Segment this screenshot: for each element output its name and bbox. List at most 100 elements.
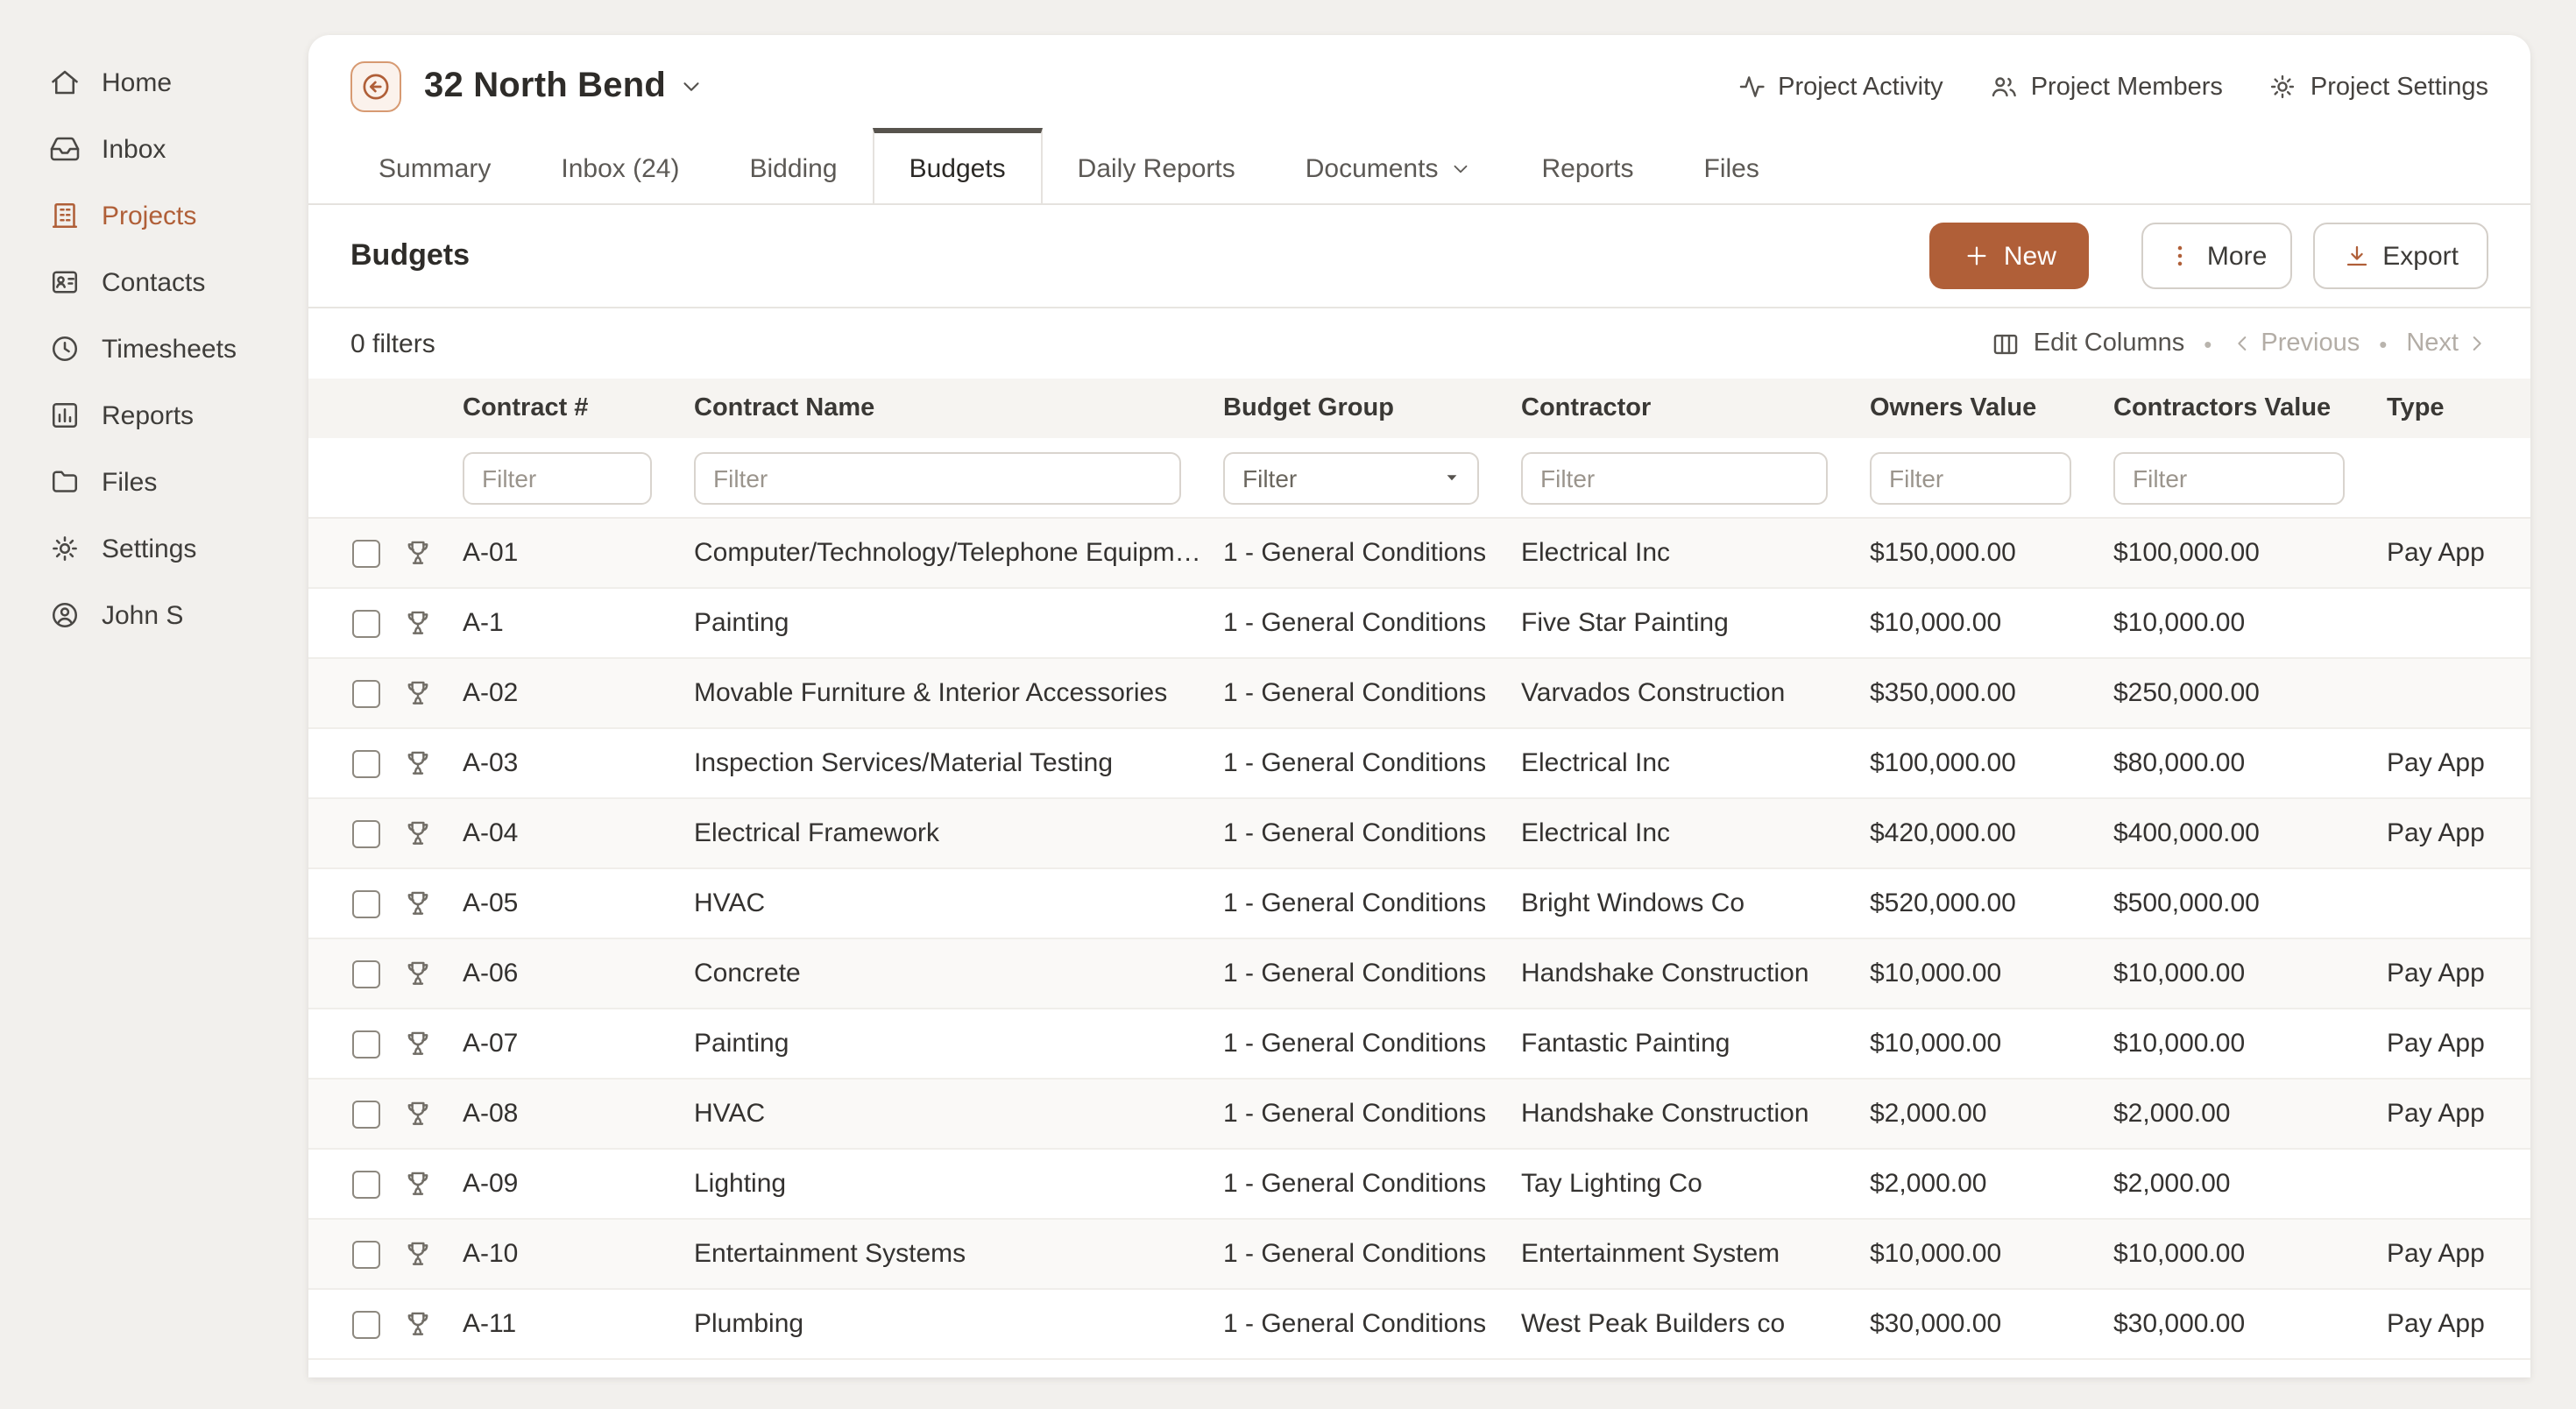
sidebar-item-inbox[interactable]: Inbox bbox=[0, 116, 308, 182]
filters-count: 0 filters bbox=[350, 329, 435, 358]
table-row[interactable]: A-07 Painting 1 - General Conditions Fan… bbox=[308, 1009, 2530, 1080]
cell-contractors-value: $80,000.00 bbox=[2099, 748, 2373, 778]
column-header-budget-group[interactable]: Budget Group bbox=[1209, 394, 1507, 422]
table-row[interactable]: A-11 Plumbing 1 - General Conditions Wes… bbox=[308, 1290, 2530, 1360]
cell-owners-value: $520,000.00 bbox=[1856, 889, 2099, 918]
sidebar-item-files[interactable]: Files bbox=[0, 449, 308, 515]
row-checkbox[interactable] bbox=[352, 819, 380, 847]
cell-type: Pay App bbox=[2373, 1239, 2530, 1269]
column-header-owners-value[interactable]: Owners Value bbox=[1856, 394, 2099, 422]
row-checkbox[interactable] bbox=[352, 1310, 380, 1338]
new-button[interactable]: New bbox=[1930, 223, 2090, 289]
cell-owners-value: $420,000.00 bbox=[1856, 818, 2099, 848]
sidebar-item-settings[interactable]: Settings bbox=[0, 515, 308, 582]
cell-contractors-value: $250,000.00 bbox=[2099, 678, 2373, 708]
tab-bidding[interactable]: Bidding bbox=[714, 128, 872, 203]
sidebar-item-timesheets[interactable]: Timesheets bbox=[0, 315, 308, 382]
cell-contract-name: Painting bbox=[680, 1029, 1209, 1059]
cell-contractors-value: $500,000.00 bbox=[2099, 889, 2373, 918]
table-row[interactable]: A-03 Inspection Services/Material Testin… bbox=[308, 729, 2530, 799]
row-checkbox[interactable] bbox=[352, 679, 380, 707]
row-checkbox[interactable] bbox=[352, 539, 380, 567]
contractor-filter-input[interactable] bbox=[1521, 451, 1828, 504]
cell-budget-group: 1 - General Conditions bbox=[1209, 608, 1507, 638]
table-row[interactable]: A-04 Electrical Framework 1 - General Co… bbox=[308, 799, 2530, 869]
cell-budget-group: 1 - General Conditions bbox=[1209, 959, 1507, 988]
row-checkbox[interactable] bbox=[352, 959, 380, 988]
owners-value-filter-input[interactable] bbox=[1870, 451, 2071, 504]
row-checkbox[interactable] bbox=[352, 749, 380, 777]
tab-reports[interactable]: Reports bbox=[1506, 128, 1668, 203]
cell-owners-value: $350,000.00 bbox=[1856, 678, 2099, 708]
activity-icon bbox=[1736, 72, 1766, 102]
tab-daily-reports[interactable]: Daily Reports bbox=[1043, 128, 1270, 203]
tab-summary[interactable]: Summary bbox=[343, 128, 526, 203]
cell-contract-name: Entertainment Systems bbox=[680, 1239, 1209, 1269]
sidebar-item-label: Contacts bbox=[102, 267, 205, 297]
project-activity-button[interactable]: Project Activity bbox=[1736, 72, 1943, 102]
table-row[interactable]: A-01 Computer/Technology/Telephone Equip… bbox=[308, 519, 2530, 589]
trophy-icon bbox=[403, 1029, 433, 1059]
cell-owners-value: $30,000.00 bbox=[1856, 1309, 2099, 1339]
next-page-button[interactable]: Next bbox=[2406, 329, 2488, 358]
toolbar-buttons: New More Export bbox=[1930, 223, 2488, 289]
cell-budget-group: 1 - General Conditions bbox=[1209, 678, 1507, 708]
trophy-icon bbox=[403, 608, 433, 638]
cell-contractors-value: $10,000.00 bbox=[2099, 608, 2373, 638]
contractors-value-filter-input[interactable] bbox=[2113, 451, 2345, 504]
tab-files[interactable]: Files bbox=[1669, 128, 1794, 203]
sidebar-item-user[interactable]: John S bbox=[0, 582, 308, 648]
sidebar-item-projects[interactable]: Projects bbox=[0, 182, 308, 249]
tab-budgets[interactable]: Budgets bbox=[873, 128, 1043, 203]
row-checkbox[interactable] bbox=[352, 609, 380, 637]
cell-contractors-value: $30,000.00 bbox=[2099, 1309, 2373, 1339]
column-header-contract-name[interactable]: Contract Name bbox=[680, 394, 1209, 422]
project-header: 32 North Bend Project Activity Project M… bbox=[308, 35, 2530, 128]
sidebar-item-label: Reports bbox=[102, 400, 194, 430]
table-row[interactable]: A-10 Entertainment Systems 1 - General C… bbox=[308, 1220, 2530, 1290]
sidebar-item-label: Settings bbox=[102, 534, 196, 563]
previous-page-button[interactable]: Previous bbox=[2231, 329, 2360, 358]
column-header-contractor[interactable]: Contractor bbox=[1507, 394, 1856, 422]
column-header-contract-number[interactable]: Contract # bbox=[449, 394, 680, 422]
edit-columns-button[interactable]: Edit Columns bbox=[1992, 329, 2184, 358]
tab-inbox[interactable]: Inbox (24) bbox=[526, 128, 714, 203]
cell-contractor: Tay Lighting Co bbox=[1507, 1169, 1856, 1199]
gear-icon bbox=[49, 533, 81, 564]
back-button[interactable] bbox=[350, 61, 401, 112]
row-checkbox[interactable] bbox=[352, 889, 380, 917]
more-button[interactable]: More bbox=[2142, 223, 2291, 289]
project-settings-button[interactable]: Project Settings bbox=[2268, 72, 2488, 102]
table-row[interactable]: A-06 Concrete 1 - General Conditions Han… bbox=[308, 939, 2530, 1009]
sidebar-item-label: Projects bbox=[102, 201, 196, 230]
row-checkbox[interactable] bbox=[352, 1170, 380, 1198]
sidebar-item-reports[interactable]: Reports bbox=[0, 382, 308, 449]
table-row[interactable]: A-1 Painting 1 - General Conditions Five… bbox=[308, 589, 2530, 659]
cell-contractor: Handshake Construction bbox=[1507, 1099, 1856, 1129]
contract-name-filter-input[interactable] bbox=[694, 451, 1181, 504]
sidebar-item-contacts[interactable]: Contacts bbox=[0, 249, 308, 315]
export-button[interactable]: Export bbox=[2312, 223, 2488, 289]
table-row[interactable]: A-02 Movable Furniture & Interior Access… bbox=[308, 659, 2530, 729]
column-header-type[interactable]: Type bbox=[2373, 394, 2530, 422]
separator-dot: • bbox=[2379, 330, 2387, 357]
sidebar: Home Inbox Projects Contacts Timesheets … bbox=[0, 0, 308, 1409]
tab-documents[interactable]: Documents bbox=[1270, 128, 1507, 203]
table-row[interactable]: A-08 HVAC 1 - General Conditions Handsha… bbox=[308, 1080, 2530, 1150]
project-activity-label: Project Activity bbox=[1778, 73, 1943, 101]
budget-group-filter-select[interactable]: Filter bbox=[1223, 451, 1479, 504]
contract-number-filter-input[interactable] bbox=[463, 451, 652, 504]
trophy-icon bbox=[403, 748, 433, 778]
project-members-button[interactable]: Project Members bbox=[1989, 72, 2223, 102]
cell-owners-value: $10,000.00 bbox=[1856, 1029, 2099, 1059]
sidebar-item-home[interactable]: Home bbox=[0, 49, 308, 116]
cell-budget-group: 1 - General Conditions bbox=[1209, 1169, 1507, 1199]
row-checkbox[interactable] bbox=[352, 1100, 380, 1128]
project-switcher[interactable] bbox=[678, 74, 704, 100]
column-header-contractors-value[interactable]: Contractors Value bbox=[2099, 394, 2373, 422]
cell-contract-name: Electrical Framework bbox=[680, 818, 1209, 848]
table-row[interactable]: A-05 HVAC 1 - General Conditions Bright … bbox=[308, 869, 2530, 939]
row-checkbox[interactable] bbox=[352, 1240, 380, 1268]
table-row[interactable]: A-09 Lighting 1 - General Conditions Tay… bbox=[308, 1150, 2530, 1220]
row-checkbox[interactable] bbox=[352, 1030, 380, 1058]
